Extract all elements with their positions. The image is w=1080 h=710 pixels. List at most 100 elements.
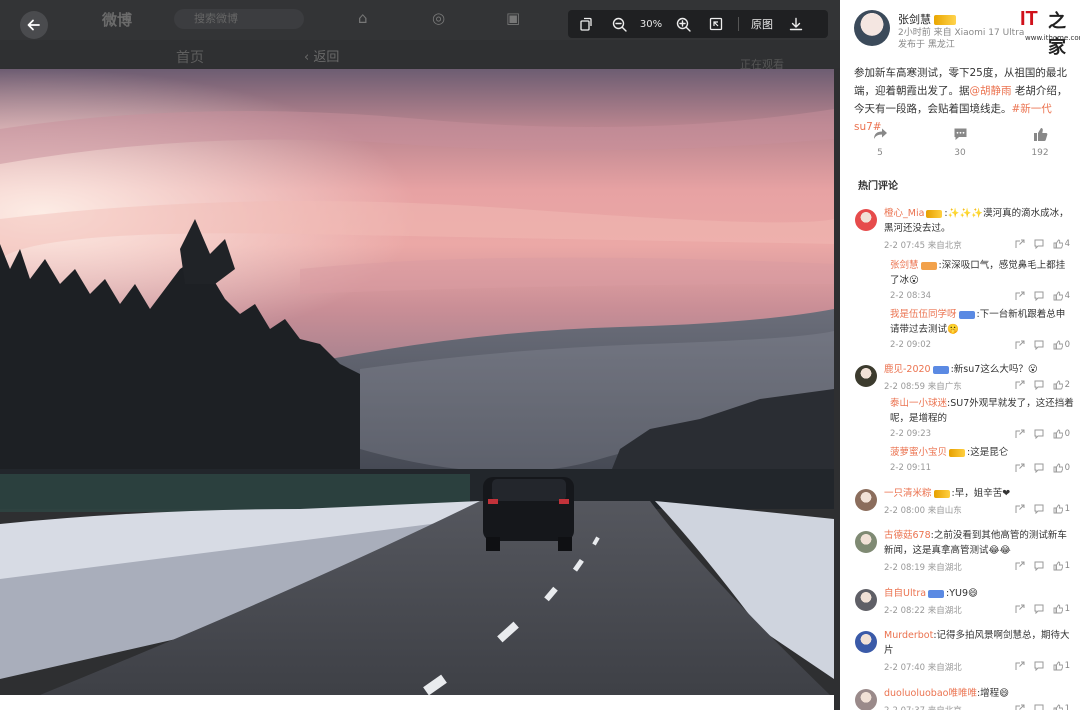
commenter-name[interactable]: 古德菇678 (884, 530, 931, 541)
like-button[interactable]: 192 (1000, 126, 1080, 166)
comment-like-button[interactable]: 1 (1053, 561, 1070, 571)
comment-like-button[interactable]: 0 (1053, 463, 1070, 473)
reply-icon[interactable] (1034, 340, 1044, 350)
comment-like-button[interactable]: 4 (1053, 291, 1070, 301)
user-badge-icon (933, 489, 950, 498)
reply-icon[interactable] (1034, 239, 1044, 249)
comment-like-button[interactable]: 0 (1053, 429, 1070, 439)
comment-like-count: 0 (1064, 463, 1070, 473)
thumbs-up-icon (1053, 429, 1063, 439)
repost-button[interactable]: 5 (840, 126, 920, 166)
watermark-brand: IT (1020, 8, 1038, 30)
original-image-button[interactable]: 原图 (743, 10, 781, 38)
commenter-avatar[interactable] (855, 689, 877, 710)
comment-text: Murderbot:记得多拍风景啊剑慧总，期待大片 (884, 628, 1074, 658)
fit-screen-button[interactable] (698, 10, 734, 38)
commenter-name[interactable]: duoluoluobao唯唯唯 (884, 688, 977, 699)
comment-like-button[interactable]: 1 (1053, 604, 1070, 614)
comment-actions: 4 (1015, 291, 1070, 301)
commenter-avatar[interactable] (855, 531, 877, 553)
commenter-name[interactable]: 鹿见-2020 (884, 364, 931, 375)
thumbs-up-icon (1053, 704, 1063, 710)
thumbs-up-icon (1053, 661, 1063, 671)
video-nav-icon: ▣ (506, 9, 521, 27)
reply-icon[interactable] (1034, 429, 1044, 439)
thumbs-up-icon (1053, 291, 1063, 301)
commenter-name[interactable]: 泰山一小球迷 (890, 398, 947, 409)
commenter-name[interactable]: 一只清米粽 (884, 488, 932, 499)
comment-text: 张剑慧:深深吸口气，感觉鼻毛上都挂了冰😮 (890, 258, 1074, 288)
comment-button[interactable]: 30 (920, 126, 1000, 166)
share-icon[interactable] (1015, 340, 1025, 350)
comment-like-button[interactable]: 1 (1053, 661, 1070, 671)
comment-meta: 2-2 09:23 (890, 429, 932, 439)
comment-like-button[interactable]: 1 (1053, 704, 1070, 710)
commenter-name[interactable]: 我是伍伍同学呀 (890, 309, 957, 320)
share-icon[interactable] (1015, 291, 1025, 301)
comment-text: 自自Ultra:YU9😄 (884, 586, 1074, 601)
zoom-out-button[interactable] (604, 10, 634, 38)
share-icon[interactable] (1015, 380, 1025, 390)
background-sub-nav (0, 40, 840, 68)
comment-meta: 2-2 07:40 来自湖北 (884, 663, 962, 673)
share-icon[interactable] (1015, 561, 1025, 571)
author-name[interactable]: 张剑慧 (898, 11, 956, 27)
share-icon[interactable] (1015, 429, 1025, 439)
commenter-name[interactable]: 橙心_Mia (884, 208, 924, 219)
post-mention[interactable]: @胡静雨 (970, 85, 1012, 97)
commenter-avatar[interactable] (855, 489, 877, 511)
commenter-name[interactable]: 张剑慧 (890, 260, 919, 271)
user-badge-icon (920, 261, 937, 270)
watermark-brand-han: 之家 (1048, 11, 1066, 58)
user-badge-icon (932, 365, 949, 374)
comment-actions: 1 (1015, 561, 1070, 571)
comment-like-button[interactable]: 4 (1053, 239, 1070, 249)
comment-text: 一只清米粽:早，姐辛苦❤ (884, 486, 1074, 501)
commenter-name[interactable]: Murderbot (884, 630, 933, 641)
back-link-label: 返回 (313, 50, 340, 65)
reply-icon[interactable] (1034, 661, 1044, 671)
commenter-avatar[interactable] (855, 631, 877, 653)
commenter-name[interactable]: 菠萝蜜小宝贝 (890, 447, 947, 458)
hot-comments-title: 热门评论 (858, 181, 898, 192)
share-icon[interactable] (1015, 704, 1025, 710)
reply-icon[interactable] (1034, 504, 1044, 514)
commenter-avatar[interactable] (855, 365, 877, 387)
comment-like-button[interactable]: 2 (1053, 380, 1070, 390)
comment-text: duoluoluobao唯唯唯:增程😄 (884, 686, 1074, 701)
share-icon[interactable] (1015, 604, 1025, 614)
close-viewer-button[interactable] (20, 11, 48, 39)
comment-like-count: 4 (1064, 291, 1070, 301)
commenter-avatar[interactable] (855, 209, 877, 231)
share-icon[interactable] (1015, 239, 1025, 249)
comment-like-button[interactable]: 1 (1053, 504, 1070, 514)
commenter-name[interactable]: 自自Ultra (884, 588, 926, 599)
reply-icon[interactable] (1034, 291, 1044, 301)
comment-like-button[interactable]: 0 (1053, 340, 1070, 350)
comment-meta: 2-2 08:34 (890, 291, 932, 301)
ithome-watermark: IT 之家 www.ithome.com (1020, 8, 1080, 58)
comment-like-count: 1 (1064, 704, 1070, 710)
reply-icon[interactable] (1034, 604, 1044, 614)
download-button[interactable] (781, 10, 811, 38)
reply-icon[interactable] (1034, 704, 1044, 710)
share-icon[interactable] (1015, 661, 1025, 671)
post-side-panel: 张剑慧 2小时前 来自 Xiaomi 17 Ultra 发布于 黑龙江 参加新车… (840, 0, 1080, 710)
zoom-in-button[interactable] (668, 10, 698, 38)
reply-icon[interactable] (1034, 463, 1044, 473)
comment-like-count: 1 (1064, 561, 1070, 571)
author-avatar[interactable] (854, 10, 890, 46)
commenter-avatar[interactable] (855, 589, 877, 611)
reply-icon[interactable] (1034, 561, 1044, 571)
like-count: 192 (1031, 148, 1049, 158)
comment-icon (953, 126, 968, 142)
reply-icon[interactable] (1034, 380, 1044, 390)
comment-actions: 1 (1015, 704, 1070, 710)
fit-screen-icon (709, 17, 723, 31)
share-icon[interactable] (1015, 504, 1025, 514)
share-icon[interactable] (1015, 463, 1025, 473)
thumbs-up-icon (1053, 463, 1063, 473)
comment-meta: 2-2 08:59 来自广东 (884, 382, 962, 392)
repost-count: 5 (877, 148, 883, 158)
rotate-button[interactable] (568, 10, 604, 38)
